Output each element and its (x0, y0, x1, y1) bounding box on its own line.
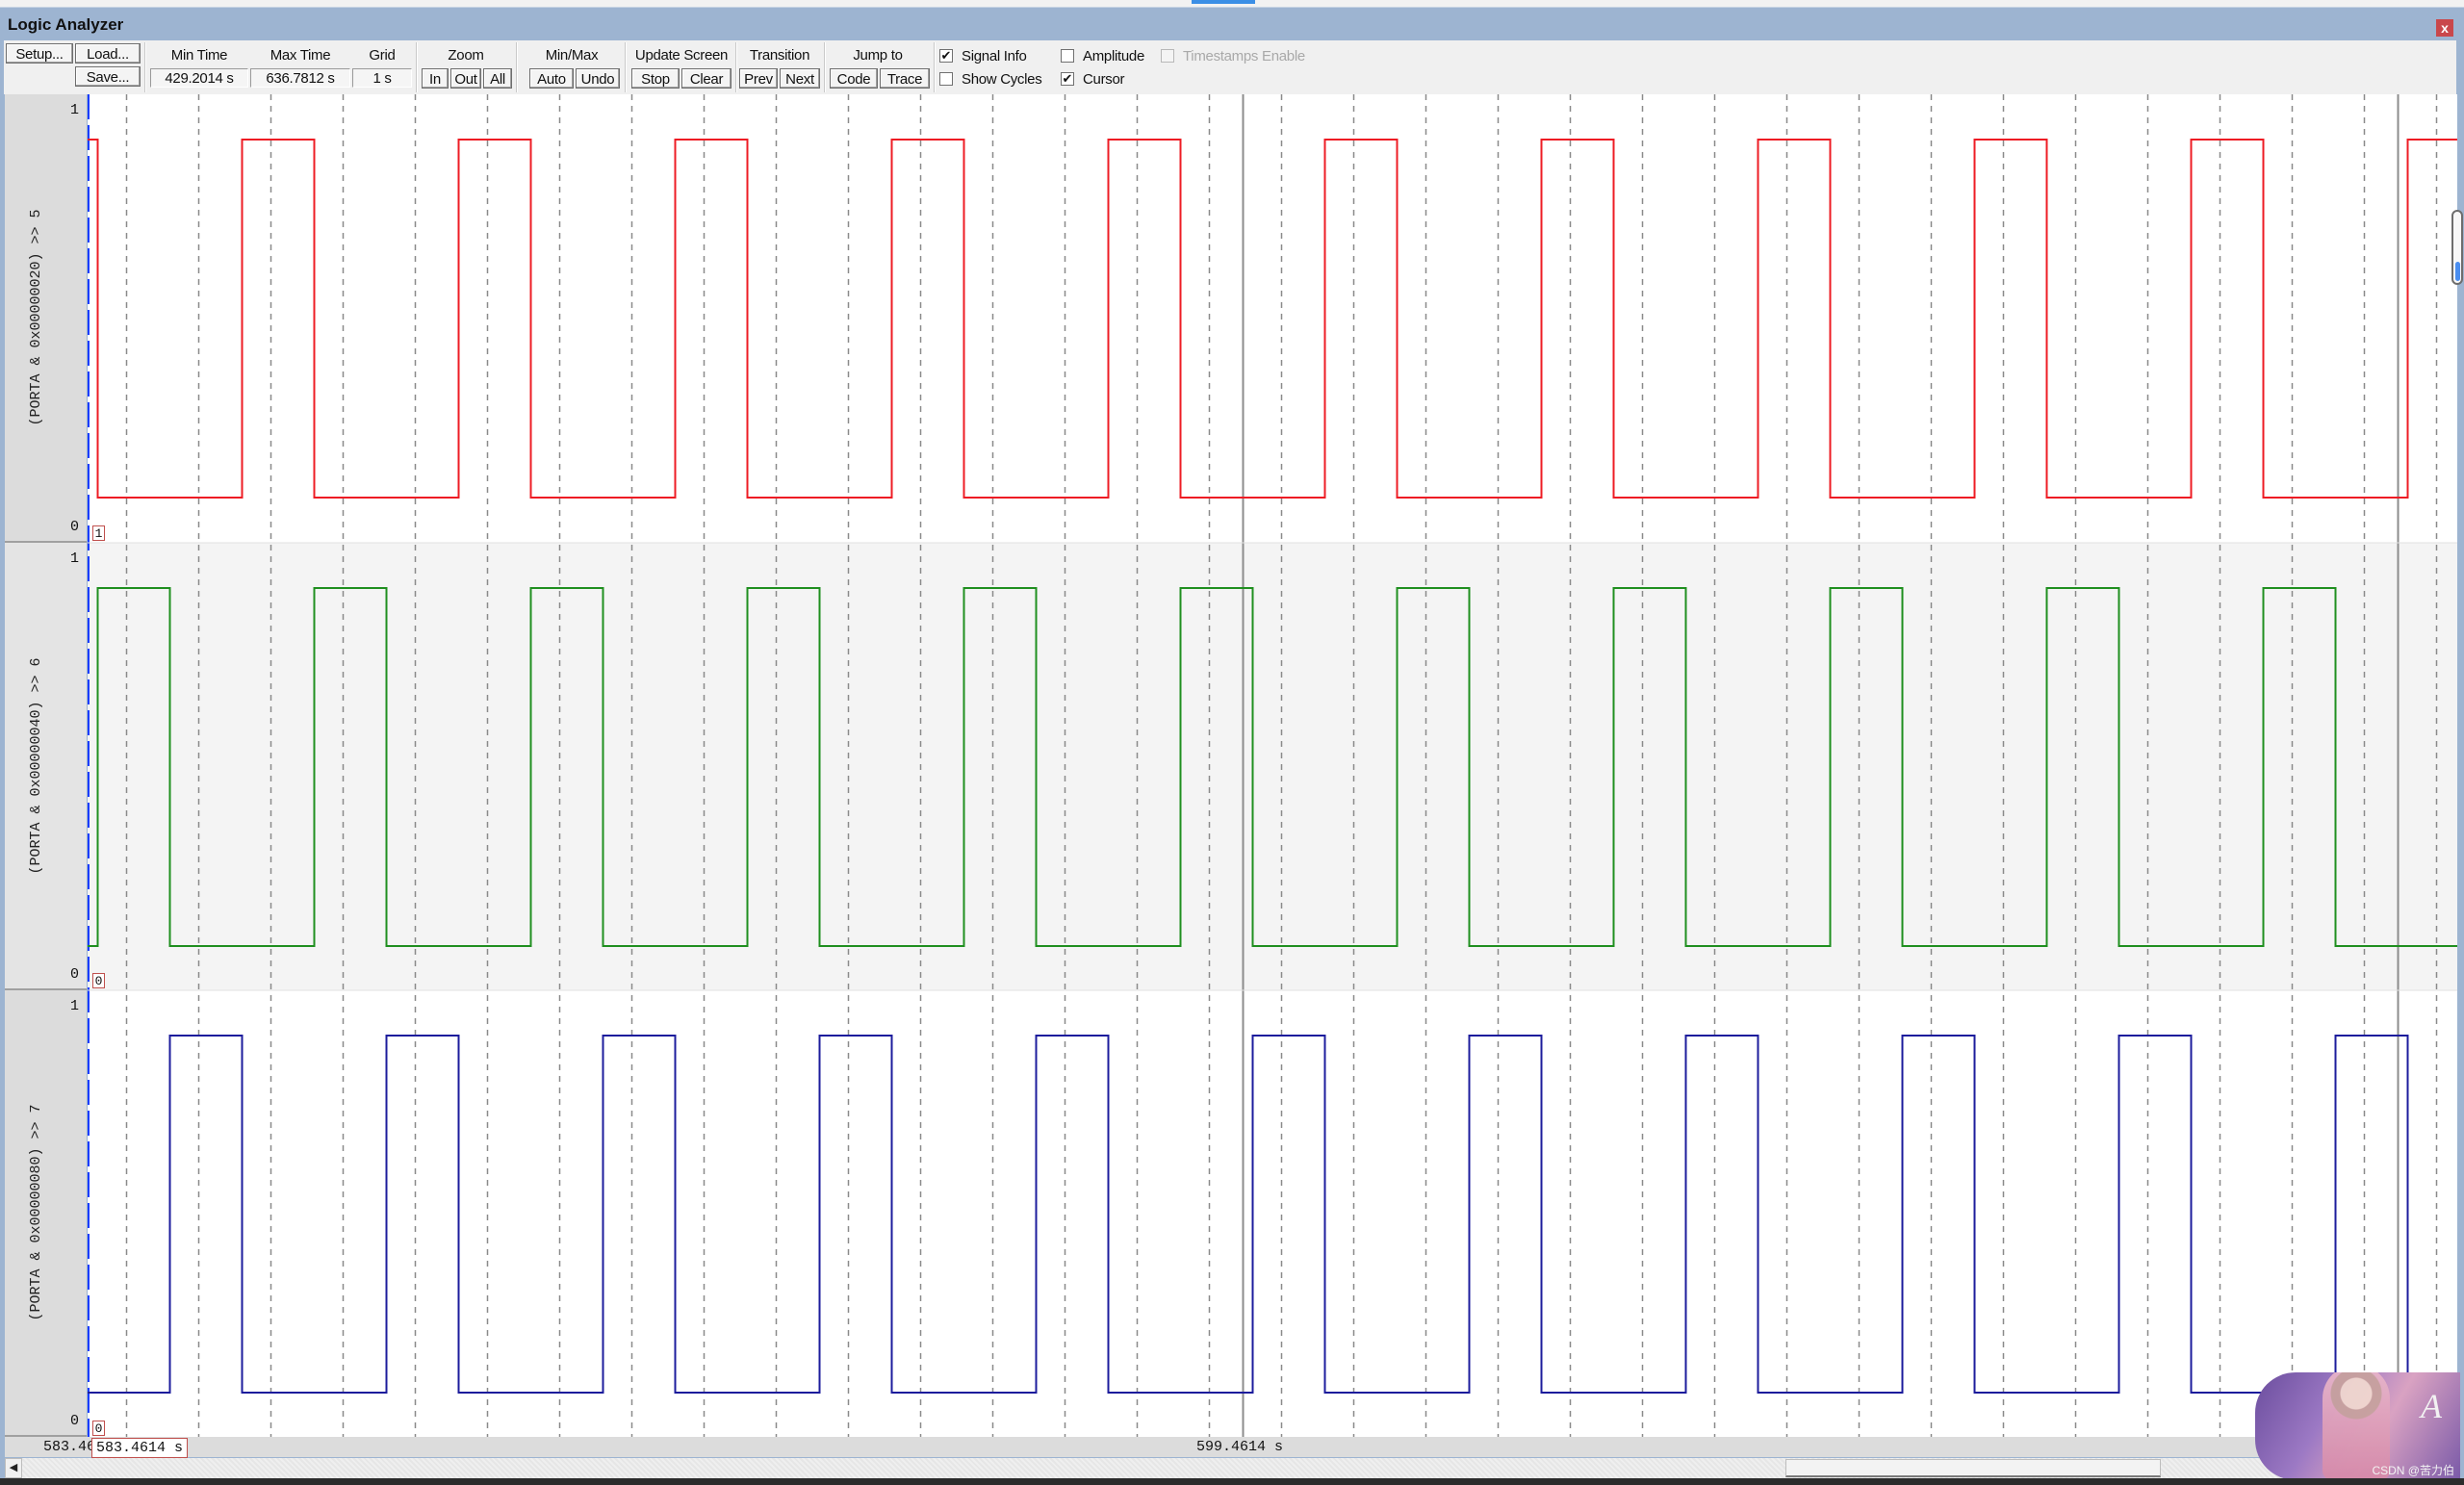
horizontal-scroll-thumb[interactable] (1785, 1459, 2161, 1477)
avatar-letter: A (2421, 1387, 2442, 1425)
vertical-scroll-thumb[interactable] (2451, 210, 2463, 285)
cursor-line-time-readout: 599.4614 s (1196, 1439, 1284, 1455)
y-tick-top: 1 (69, 550, 79, 567)
waveform-plot-area[interactable] (88, 94, 2457, 1437)
signal-name: (PORTA & 0x00000080) >> 7 (28, 1104, 44, 1321)
toolbar: Setup... Load... Save... Min Time 429.20… (4, 40, 2456, 94)
setup-button[interactable]: Setup... (6, 43, 73, 64)
transition-next-button[interactable]: Next (780, 68, 820, 89)
left-time-readout: 583.46 (43, 1439, 96, 1455)
y-tick-bottom: 0 (69, 1413, 79, 1429)
zoom-in-button[interactable]: In (422, 68, 449, 89)
title-bar: Logic Analyzer x (0, 8, 2464, 40)
signal-info-checkbox[interactable]: ✔ (939, 49, 953, 63)
y-tick-top: 1 (69, 102, 79, 118)
toolbar-separator (416, 42, 418, 92)
jump-to-label: Jump to (853, 47, 903, 64)
toolbar-separator (824, 42, 826, 92)
cursor-value-marker: 1 (92, 525, 105, 541)
minmax-undo-button[interactable]: Undo (576, 68, 620, 89)
grid-label: Grid (369, 47, 396, 64)
max-time-label: Max Time (270, 47, 331, 64)
cursor-checkbox[interactable]: ✔ (1061, 72, 1074, 86)
timestamps-enable-checkbox (1161, 49, 1174, 63)
window-title: Logic Analyzer (8, 15, 124, 34)
watermark-text: CSDN @苦力伯 (2372, 1464, 2454, 1477)
zoom-out-button[interactable]: Out (450, 68, 481, 89)
transition-label: Transition (749, 47, 810, 64)
toolbar-separator (735, 42, 737, 92)
signal-name: (PORTA & 0x00000020) >> 5 (28, 209, 44, 426)
cursor-value-marker: 0 (92, 1421, 105, 1436)
load-button[interactable]: Load... (75, 43, 141, 64)
scroll-left-arrow-icon[interactable]: ◀ (5, 1458, 22, 1478)
toolbar-separator (625, 42, 627, 92)
minmax-label: Min/Max (545, 47, 599, 64)
waveform-svg (88, 94, 2457, 1437)
max-time-value: 636.7812 s (250, 68, 350, 88)
logic-analyzer-window: Logic Analyzer x Setup... Load... Save..… (0, 0, 2464, 1480)
cursor-label: Cursor (1083, 71, 1125, 88)
signal-info-label: Signal Info (962, 48, 1027, 64)
signal-label-panel[interactable]: 1 (PORTA & 0x00000040) >> 6 0 (5, 543, 87, 990)
toolbar-separator (144, 42, 146, 92)
y-tick-bottom: 0 (69, 519, 79, 535)
min-time-value: 429.2014 s (150, 68, 248, 88)
taskbar-strip (0, 1478, 2464, 1485)
min-time-label: Min Time (170, 47, 228, 64)
signal-label-panel[interactable]: 1 (PORTA & 0x00000020) >> 5 0 (5, 94, 87, 543)
scroll-indicator (2455, 262, 2460, 281)
zoom-label: Zoom (448, 47, 484, 64)
cursor-value-marker: 0 (92, 973, 105, 988)
transition-prev-button[interactable]: Prev (739, 68, 778, 89)
signal-panel-background (88, 94, 2457, 543)
watermark-avatar: A CSDN @苦力伯 (2255, 1372, 2460, 1480)
signal-label-column: 1 (PORTA & 0x00000020) >> 5 0 1 (PORTA &… (5, 94, 87, 1437)
signal-panel-background (88, 543, 2457, 990)
close-icon[interactable]: x (2436, 19, 2453, 37)
save-button[interactable]: Save... (75, 66, 141, 87)
grid-value: 1 s (352, 68, 412, 88)
cursor-time-readout: 583.4614 s (91, 1438, 189, 1458)
jump-code-button[interactable]: Code (830, 68, 878, 89)
zoom-all-button[interactable]: All (483, 68, 512, 89)
jump-trace-button[interactable]: Trace (880, 68, 930, 89)
show-cycles-label: Show Cycles (962, 71, 1042, 88)
time-axis-strip: 583.46 583.4614 s 599.4614 s (5, 1437, 2457, 1458)
signal-name: (PORTA & 0x00000040) >> 6 (28, 656, 44, 875)
signal-label-panel[interactable]: 1 (PORTA & 0x00000080) >> 7 0 (5, 990, 87, 1437)
amplitude-checkbox[interactable] (1061, 49, 1074, 63)
signal-panel-background (88, 990, 2457, 1437)
update-screen-label: Update Screen (634, 47, 729, 64)
active-tab-indicator (1192, 0, 1255, 4)
minmax-auto-button[interactable]: Auto (529, 68, 574, 89)
y-tick-bottom: 0 (69, 966, 79, 983)
amplitude-label: Amplitude (1083, 48, 1145, 64)
horizontal-scrollbar[interactable]: ◀ (5, 1458, 2457, 1478)
top-strip (0, 0, 2464, 8)
toolbar-separator (934, 42, 936, 92)
y-tick-top: 1 (69, 998, 79, 1014)
show-cycles-checkbox[interactable] (939, 72, 953, 86)
toolbar-separator (516, 42, 518, 92)
timestamps-enable-label: Timestamps Enable (1183, 48, 1305, 64)
update-stop-button[interactable]: Stop (631, 68, 680, 89)
update-clear-button[interactable]: Clear (681, 68, 732, 89)
